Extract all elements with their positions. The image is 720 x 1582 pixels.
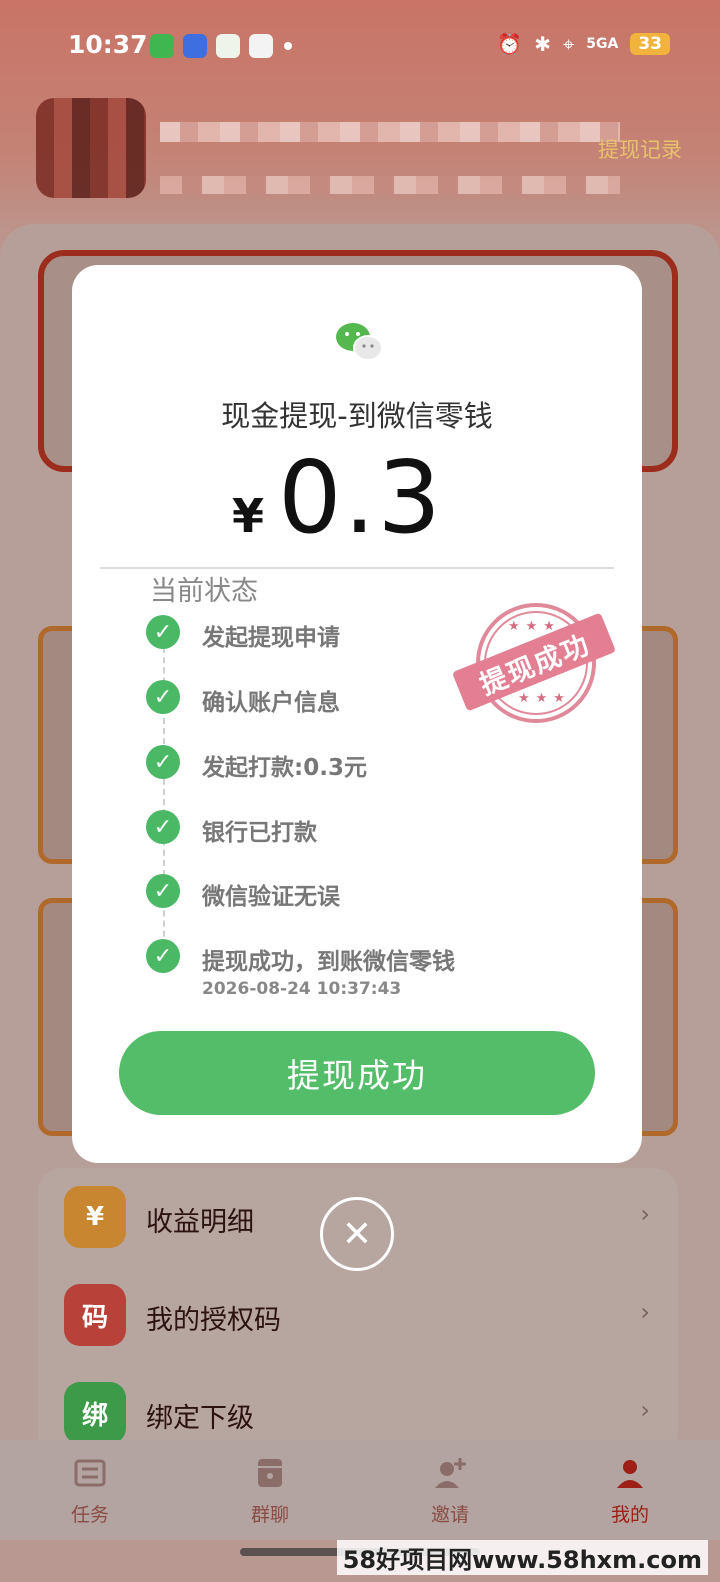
battery-indicator: 33 bbox=[630, 33, 670, 55]
system-indicators: ⏰ ✱ ⌖ 5GA 33 bbox=[497, 32, 670, 56]
step-label: 确认账户信息 bbox=[202, 690, 340, 716]
check-icon: ✓ bbox=[146, 874, 180, 908]
tab-invite[interactable]: 邀请 bbox=[360, 1440, 540, 1540]
menu-item-label: 我的授权码 bbox=[146, 1305, 281, 1336]
step-label: 发起打款:0.3元 bbox=[202, 755, 367, 781]
step-item: ✓ 发起打款:0.3元 bbox=[146, 745, 566, 785]
bluetooth-icon: ✱ bbox=[534, 32, 551, 56]
tab-mine[interactable]: 我的 bbox=[540, 1440, 720, 1540]
stamp-stars-icon: ★★★ bbox=[518, 691, 571, 706]
auth-code-icon: 码 bbox=[64, 1284, 126, 1346]
close-icon: ✕ bbox=[341, 1213, 373, 1255]
watermark: 58好项目网www.58hxm.com bbox=[336, 1540, 708, 1575]
signal-icon: 5GA bbox=[586, 36, 619, 52]
chevron-right-icon: › bbox=[640, 1200, 650, 1228]
step-item: ✓ 微信验证无误 bbox=[146, 874, 566, 914]
step-item: ✓ 银行已打款 bbox=[146, 810, 566, 850]
step-label: 提现成功，到账微信零钱 bbox=[202, 949, 455, 975]
earnings-icon: ¥ bbox=[64, 1186, 126, 1248]
withdrawal-amount: ¥ 0.3 bbox=[232, 443, 443, 553]
close-dialog-button[interactable]: ✕ bbox=[320, 1197, 394, 1271]
step-label: 发起提现申请 bbox=[202, 625, 340, 651]
step-item: ✓ 提现成功，到账微信零钱 2026-08-24 10:37:43 bbox=[146, 939, 566, 999]
tab-group-chat[interactable]: 群聊 bbox=[180, 1440, 360, 1540]
location-icon: ⌖ bbox=[562, 32, 575, 56]
username-blurred bbox=[160, 122, 620, 142]
status-heading: 当前状态 bbox=[150, 576, 258, 607]
wechat-notification-icon bbox=[150, 34, 174, 58]
wechat-logo-icon bbox=[336, 323, 383, 361]
more-notifications-dot bbox=[284, 42, 292, 50]
withdraw-success-button[interactable]: 提现成功 bbox=[119, 1031, 595, 1115]
success-stamp: ★★★ ★★★ 提现成功 bbox=[451, 601, 617, 731]
check-icon: ✓ bbox=[146, 745, 180, 779]
tab-task[interactable]: 任务 bbox=[0, 1440, 180, 1540]
profile-icon bbox=[617, 1460, 643, 1488]
check-icon: ✓ bbox=[146, 810, 180, 844]
menu-item-auth-code[interactable]: 码 我的授权码 › bbox=[38, 1266, 678, 1364]
status-time: 10:37 bbox=[68, 30, 148, 59]
withdraw-record-link[interactable]: 提现记录 bbox=[598, 134, 682, 164]
step-timestamp: 2026-08-24 10:37:43 bbox=[202, 979, 402, 999]
menu-item-label: 绑定下级 bbox=[146, 1403, 254, 1434]
check-icon: ✓ bbox=[146, 939, 180, 973]
alarm-icon: ⏰ bbox=[497, 32, 523, 56]
notification-icons bbox=[150, 34, 273, 58]
chevron-right-icon: › bbox=[640, 1298, 650, 1326]
step-label: 微信验证无误 bbox=[202, 884, 340, 910]
tab-label: 我的 bbox=[610, 1504, 649, 1526]
withdrawal-result-dialog: 现金提现-到微信零钱 ¥ 0.3 当前状态 ✓ 发起提现申请 ✓ 确认账户信息 … bbox=[72, 265, 642, 1163]
bind-icon: 绑 bbox=[64, 1382, 126, 1444]
home-app-notification-icon bbox=[216, 34, 240, 58]
tab-label: 群聊 bbox=[250, 1504, 289, 1526]
message-notification-icon bbox=[183, 34, 207, 58]
task-icon bbox=[74, 1459, 106, 1487]
status-bar: 10:37 ⏰ ✱ ⌖ 5GA 33 bbox=[0, 0, 720, 96]
tab-label: 邀请 bbox=[430, 1504, 469, 1526]
check-icon: ✓ bbox=[146, 615, 180, 649]
step-label: 银行已打款 bbox=[202, 820, 317, 846]
invite-icon bbox=[435, 1458, 466, 1488]
tab-label: 任务 bbox=[70, 1504, 109, 1526]
qq-notification-icon bbox=[249, 34, 273, 58]
check-icon: ✓ bbox=[146, 680, 180, 714]
bottom-tab-bar: 任务 群聊 邀请 我的 bbox=[0, 1440, 720, 1540]
user-id-blurred bbox=[160, 176, 620, 194]
currency-symbol: ¥ bbox=[232, 489, 265, 543]
chat-icon bbox=[258, 1459, 282, 1487]
amount-value: 0.3 bbox=[278, 439, 444, 556]
chevron-right-icon: › bbox=[640, 1396, 650, 1424]
menu-item-label: 收益明细 bbox=[146, 1207, 254, 1238]
dialog-title: 现金提现-到微信零钱 bbox=[221, 399, 493, 433]
avatar bbox=[36, 98, 146, 198]
